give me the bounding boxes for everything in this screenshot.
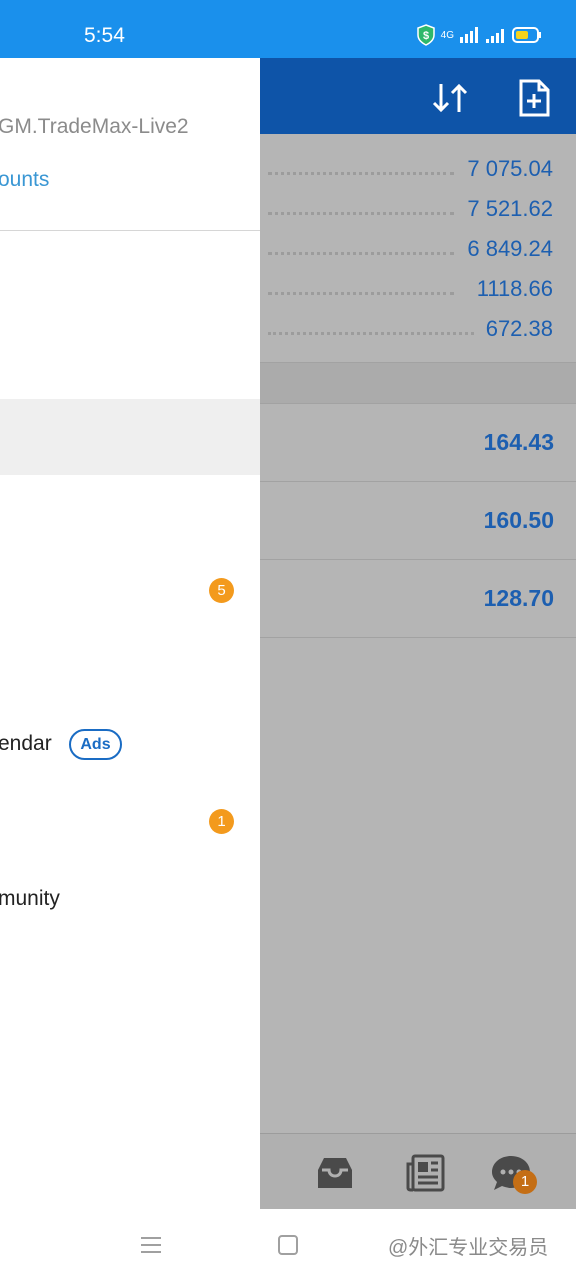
dot-leader [268, 252, 454, 255]
chat-badge: 1 [513, 1170, 537, 1194]
drawer-item-community[interactable]: munity [0, 887, 60, 911]
navigation-drawer: GM.TradeMax-Live2 ounts 5 endar Ads 1 mu… [0, 58, 260, 1209]
server-name: GM.TradeMax-Live2 [0, 115, 189, 138]
manage-accounts-link[interactable]: ounts [0, 168, 49, 192]
summary-value: 7 521.62 [467, 196, 553, 221]
signal-icon [460, 27, 478, 43]
summary-row: 6 849.24 [262, 228, 553, 268]
sort-icon[interactable] [428, 76, 472, 120]
trade-profit: 160.50 [483, 507, 554, 533]
summary-row: 7 075.04 [262, 148, 553, 188]
dot-leader [268, 292, 454, 295]
trade-profit: 128.70 [483, 585, 554, 611]
battery-icon [512, 27, 541, 43]
dot-leader [268, 332, 474, 335]
news-icon[interactable] [405, 1152, 447, 1194]
trade-row[interactable]: 164.43 [262, 403, 554, 481]
network-type-label: 4G [440, 29, 454, 41]
mailbox-icon[interactable] [314, 1152, 356, 1194]
summary-value: 672.38 [485, 316, 553, 341]
summary-row: 672.38 [262, 308, 553, 348]
watermark: @外汇专业交易员 [388, 1237, 549, 1259]
drawer-item-calendar[interactable]: endar [0, 732, 52, 756]
notification-badge: 5 [209, 578, 234, 603]
summary-value: 7 075.04 [467, 156, 553, 181]
notification-badge: 1 [209, 809, 234, 834]
divider [260, 637, 576, 638]
svg-text:$: $ [423, 30, 429, 42]
summary-value: 6 849.24 [467, 236, 553, 261]
new-document-icon[interactable] [512, 76, 556, 120]
trade-profit: 164.43 [483, 429, 554, 455]
summary-row: 7 521.62 [262, 188, 553, 228]
shield-icon: $ [416, 24, 435, 46]
status-time: 5:54 [84, 24, 125, 47]
home-button[interactable] [278, 1235, 298, 1255]
trade-row[interactable]: 160.50 [262, 481, 554, 559]
status-bar: 5:54 $ 4G [0, 0, 576, 58]
signal-secondary-icon [486, 29, 504, 43]
ads-badge: Ads [69, 729, 122, 760]
summary-value: 1118.66 [476, 276, 553, 301]
drawer-divider [0, 230, 260, 231]
menu-icon[interactable] [140, 1235, 162, 1255]
summary-row: 1118.66 [262, 268, 553, 308]
status-icons: $ 4G [416, 24, 542, 46]
dot-leader [268, 172, 454, 175]
trade-row[interactable]: 128.70 [262, 559, 554, 637]
system-nav-bar: @外汇专业交易员 [0, 1209, 576, 1280]
drawer-item-selected[interactable] [0, 399, 260, 475]
section-header [260, 363, 576, 403]
dot-leader [268, 212, 454, 215]
